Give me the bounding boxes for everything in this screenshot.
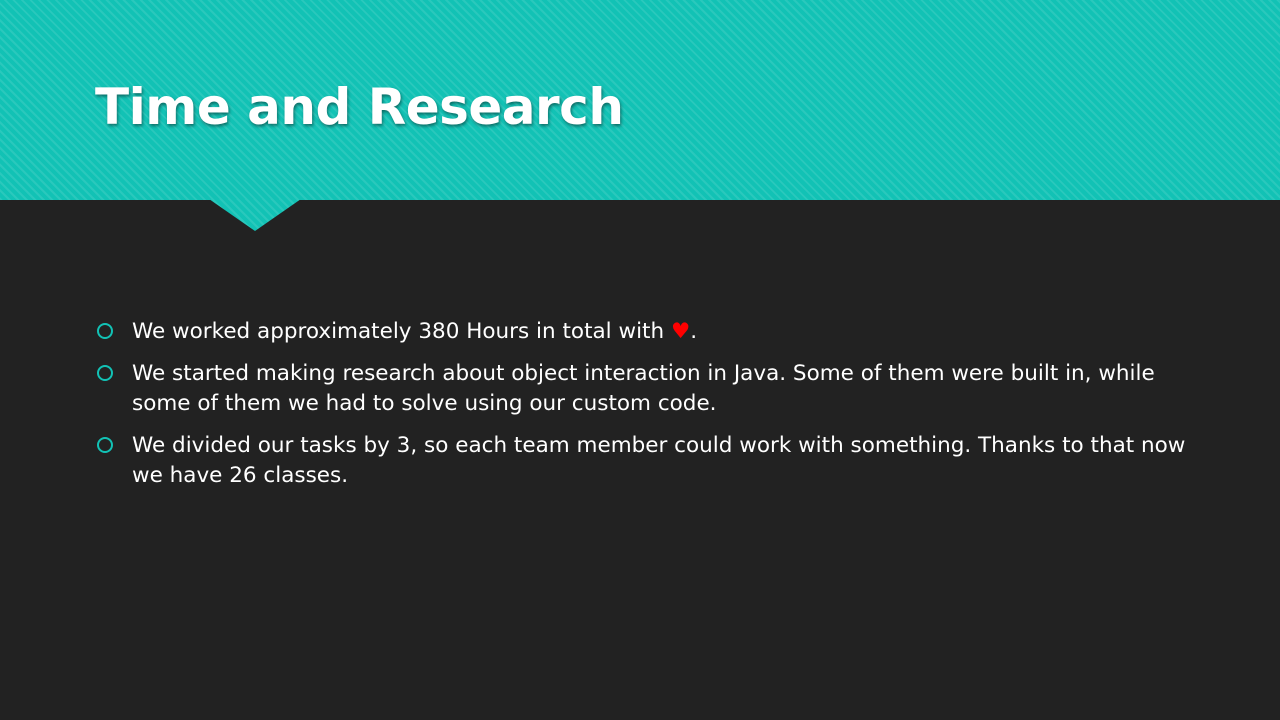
- bullet-text-end: .: [690, 319, 698, 344]
- heart-icon: ♥: [670, 319, 691, 344]
- bullet-item: We divided our tasks by 3, so each team …: [96, 431, 1186, 491]
- bullet-item: We started making research about object …: [96, 359, 1186, 419]
- bullet-text: We worked approximately 380 Hours in tot…: [132, 319, 671, 344]
- slide: Time and Research We worked approximatel…: [0, 0, 1280, 720]
- slide-title: Time and Research: [95, 78, 624, 136]
- bullet-list: We worked approximately 380 Hours in tot…: [96, 317, 1186, 503]
- bullet-item: We worked approximately 380 Hours in tot…: [96, 317, 1186, 347]
- hollow-circle-icon: [97, 323, 113, 339]
- bullet-text: We divided our tasks by 3, so each team …: [132, 433, 1186, 488]
- hollow-circle-icon: [97, 437, 113, 453]
- bullet-text: We started making research about object …: [132, 361, 1155, 416]
- hollow-circle-icon: [97, 365, 113, 381]
